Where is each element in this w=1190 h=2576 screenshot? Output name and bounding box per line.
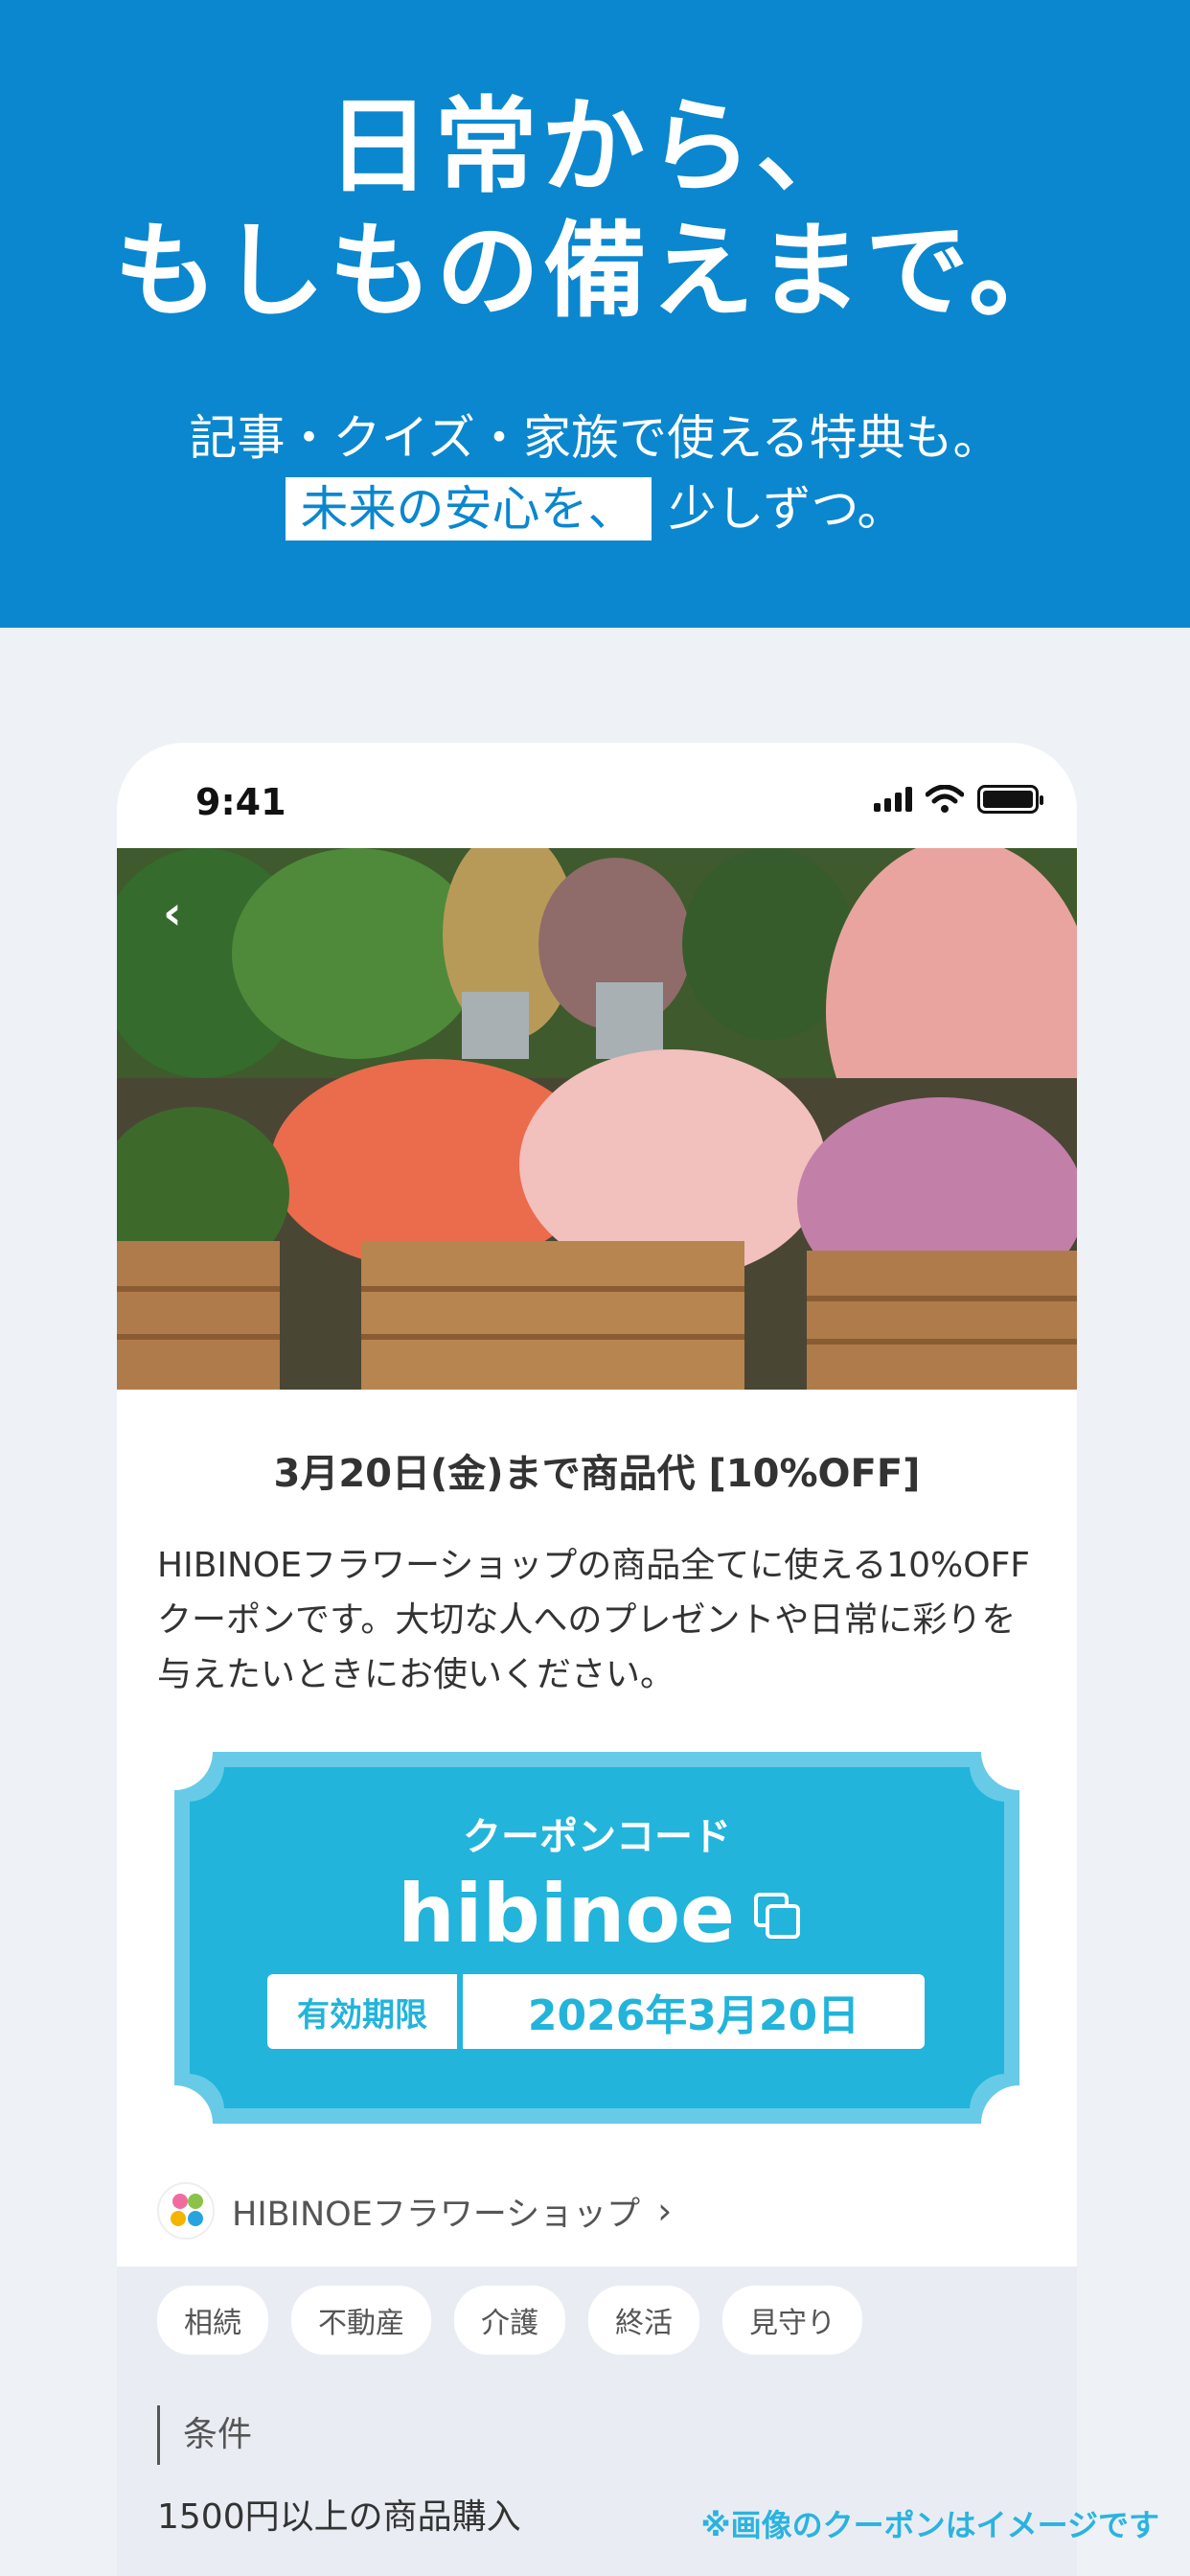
status-icons (874, 785, 1043, 814)
hero-subtitle-line2: 未来の安心を、 少しずつ。 (0, 477, 1190, 540)
expiry-label: 有効期限 (267, 1974, 457, 2049)
image-note: ※画像のクーポンはイメージです (700, 2507, 1159, 2543)
back-chevron-icon[interactable]: ‹ (163, 886, 182, 940)
hero-subtitle-rest: 少しずつ。 (668, 481, 905, 537)
coupon-code[interactable]: hibinoe (174, 1867, 1019, 1961)
hero-title-line1: 日常から、 (326, 87, 863, 207)
shop-name: HIBINOEフラワーショップ (232, 2195, 641, 2234)
tag-list: 相続 不動産 介護 終活 見守り (157, 2286, 862, 2355)
shop-link[interactable]: HIBINOEフラワーショップ › (157, 2182, 672, 2240)
tag-shukatsu[interactable]: 終活 (588, 2286, 699, 2355)
coupon-label: クーポンコード (463, 1815, 731, 1859)
copy-icon[interactable] (754, 1893, 800, 1939)
tag-mimamori[interactable]: 見守り (722, 2286, 862, 2355)
hero-banner: 日常から、 もしもの備えまで。 記事・クイズ・家族で使える特典も。 未来の安心を… (0, 0, 1190, 628)
phone-mockup: 9:41 ‹ 3月20日(金)まで商品代 [10%OFF] HIBINOEフラワ… (117, 743, 1077, 2576)
coupon-card: クーポンコード hibinoe 有効期限 2026年3月20日 (174, 1752, 1019, 2124)
offer-description: HIBINOEフラワーショップの商品全てに使える10%OFFクーポンです。大切な… (157, 1546, 1030, 1694)
expiry-value: 2026年3月20日 (463, 1974, 925, 2049)
hero-highlight: 未来の安心を、 (285, 477, 652, 540)
expiry-row: 有効期限 2026年3月20日 (267, 1974, 925, 2049)
conditions-title: 条件 (157, 2405, 252, 2465)
status-time: 9:41 (195, 781, 286, 823)
flower-shop-photo: ‹ (117, 848, 1077, 1390)
battery-icon (977, 785, 1043, 814)
coupon-code-text: hibinoe (398, 1867, 735, 1961)
shop-logo (157, 2182, 215, 2240)
chevron-right-icon: › (657, 2190, 673, 2232)
tag-souzoku[interactable]: 相続 (157, 2286, 268, 2355)
cellular-signal-icon (874, 787, 912, 812)
tag-kaigo[interactable]: 介護 (454, 2286, 565, 2355)
hero-subtitle-line1: 記事・クイズ・家族で使える特典も。 (189, 410, 1001, 466)
offer-title: 3月20日(金)まで商品代 [10%OFF] (273, 1452, 921, 1496)
tag-fudousan[interactable]: 不動産 (291, 2286, 431, 2355)
wifi-icon (926, 785, 964, 813)
hero-title-line2: もしもの備えまで。 (114, 212, 1076, 332)
conditions-value: 1500円以上の商品購入 (157, 2497, 521, 2537)
